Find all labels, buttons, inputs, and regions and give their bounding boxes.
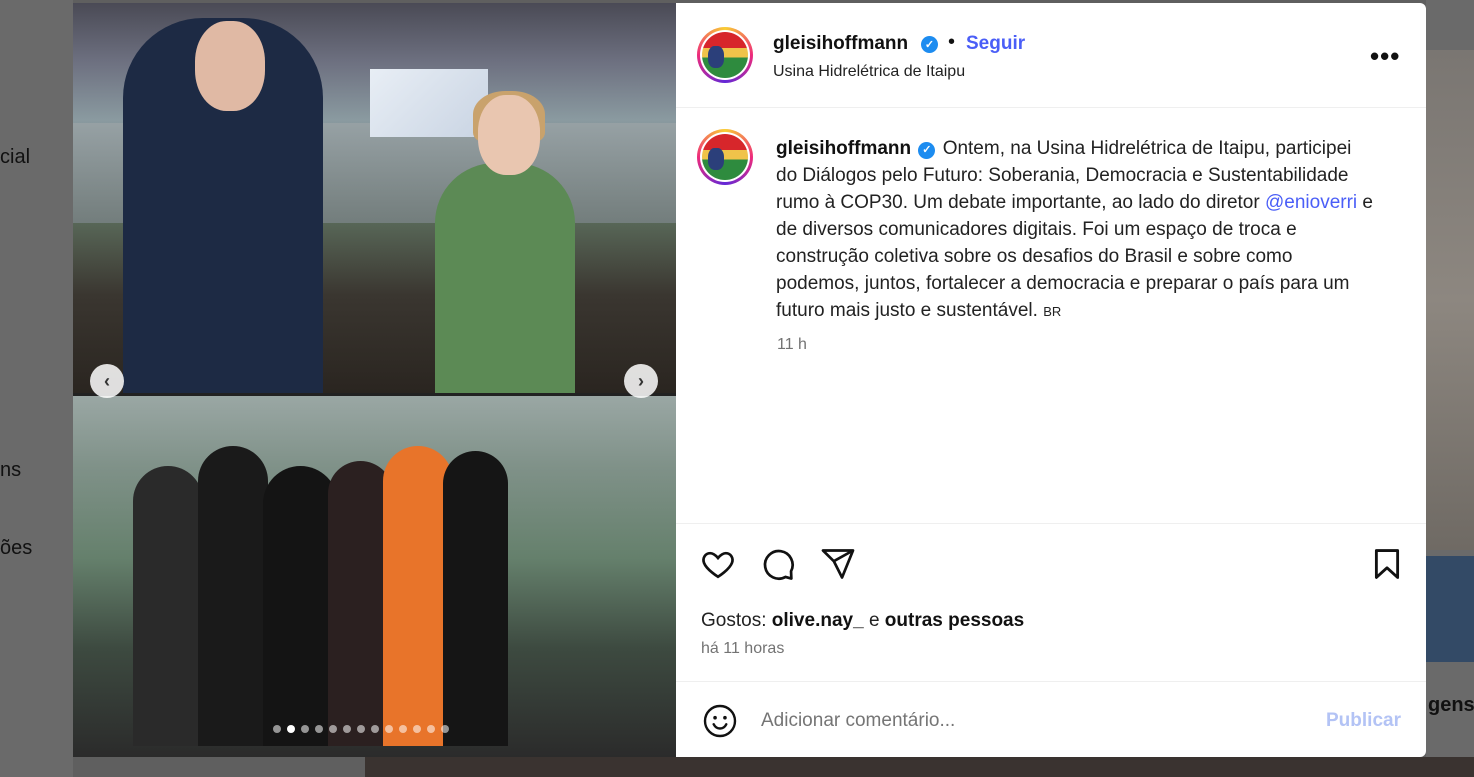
background-strip: [365, 757, 1474, 777]
caption-avatar[interactable]: [697, 129, 753, 185]
background-grid: gens: [1426, 0, 1474, 777]
background-thumbnail: [1426, 50, 1474, 550]
carousel-dot: [315, 725, 323, 733]
projection-screen: [370, 69, 488, 137]
heart-icon[interactable]: [700, 546, 736, 582]
carousel-dot: [273, 725, 281, 733]
share-icon[interactable]: [820, 546, 856, 582]
post-media: ‹ ›: [73, 3, 676, 757]
carousel-dot: [427, 725, 435, 733]
carousel-dot: [399, 725, 407, 733]
post-header: gleisihoffmann ✓ • Seguir Usina Hidrelét…: [676, 3, 1426, 108]
carousel-dot: [329, 725, 337, 733]
comment-box: Publicar: [676, 681, 1426, 758]
likes-user-link[interactable]: olive.nay_: [772, 610, 864, 631]
caption-timestamp[interactable]: 11 h: [777, 336, 807, 354]
chevron-right-icon: ›: [638, 370, 644, 391]
follow-button[interactable]: Seguir: [966, 33, 1025, 55]
likes-and: e: [868, 610, 880, 631]
emoji-icon[interactable]: [702, 703, 738, 739]
carousel-dot: [287, 725, 295, 733]
photo-event-stage: [73, 3, 676, 393]
previous-slide-button[interactable]: ‹: [90, 364, 124, 398]
background-label: gens: [1428, 694, 1474, 716]
post-panel: gleisihoffmann ✓ • Seguir Usina Hidrelét…: [676, 3, 1426, 757]
location-link[interactable]: Usina Hidrelétrica de Itaipu: [773, 63, 965, 81]
chevron-left-icon: ‹: [104, 370, 110, 391]
avatar[interactable]: [697, 27, 753, 83]
post-timestamp[interactable]: há 11 horas: [701, 640, 784, 658]
likes-others-link[interactable]: outras pessoas: [885, 610, 1024, 631]
carousel-dot: [357, 725, 365, 733]
carousel-dot: [371, 725, 379, 733]
post-actions: Gostos: olive.nay_ e outras pessoas há 1…: [676, 523, 1426, 757]
person-woman-green-shirt: [435, 163, 575, 393]
photo-group: [73, 396, 676, 757]
post-caption: gleisihoffmann ✓ Ontem, na Usina Hidrelé…: [776, 135, 1376, 325]
separator: •: [948, 31, 956, 53]
comment-input[interactable]: [761, 710, 1261, 732]
flag-label: BR: [1043, 304, 1062, 319]
carousel-dot: [301, 725, 309, 733]
background-sidebar: cial ns ões: [0, 0, 73, 777]
carousel-dot: [343, 725, 351, 733]
verified-badge-icon: ✓: [918, 142, 936, 159]
background-nav-label: cial: [0, 146, 31, 168]
background-nav-label: ões: [0, 537, 33, 559]
caption-username[interactable]: gleisihoffmann: [776, 138, 911, 159]
verified-badge-icon: ✓: [921, 36, 938, 53]
background-nav-label: ns: [0, 459, 22, 481]
carousel-dot: [385, 725, 393, 733]
likes-summary: Gostos: olive.nay_ e outras pessoas: [701, 610, 1024, 632]
likes-prefix: Gostos:: [701, 610, 767, 631]
comment-icon[interactable]: [760, 546, 796, 582]
header-username[interactable]: gleisihoffmann: [773, 33, 908, 55]
publish-button[interactable]: Publicar: [1326, 710, 1401, 732]
carousel-dot: [413, 725, 421, 733]
more-options-icon[interactable]: •••: [1370, 41, 1400, 72]
mention-link[interactable]: @enioverri: [1265, 192, 1357, 213]
carousel-dot: [441, 725, 449, 733]
carousel-indicator: [273, 725, 449, 733]
background-thumbnail: [1426, 556, 1474, 662]
next-slide-button[interactable]: ›: [624, 364, 658, 398]
bookmark-icon[interactable]: [1370, 546, 1404, 582]
